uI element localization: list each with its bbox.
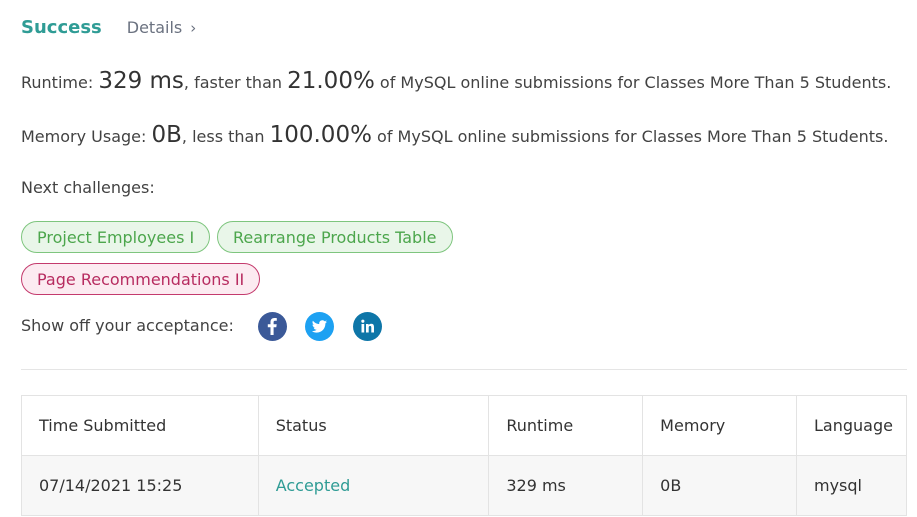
runtime-stat: Runtime: 329 ms, faster than 21.00% of M… — [21, 68, 891, 94]
challenge-rearrange-products-table[interactable]: Rearrange Products Table — [217, 221, 453, 253]
share-label: Show off your acceptance: — [21, 316, 234, 335]
result-header: Success Details › — [21, 17, 196, 38]
memory-stat: Memory Usage: 0B, less than 100.00% of M… — [21, 122, 888, 148]
runtime-value: 329 ms — [98, 68, 184, 94]
column-header-language: Language — [796, 395, 907, 456]
runtime-suffix: of MySQL online submissions for Classes … — [379, 73, 892, 92]
status-accepted-link[interactable]: Accepted — [276, 476, 351, 495]
facebook-glyph — [267, 318, 277, 335]
runtime-mid-text: , faster than — [183, 73, 283, 92]
column-header-memory: Memory — [642, 395, 797, 456]
submissions-table: Time Submitted Status Runtime Memory Lan… — [21, 395, 907, 516]
memory-label: Memory Usage: — [21, 127, 147, 146]
table-header-row: Time Submitted Status Runtime Memory Lan… — [21, 395, 907, 456]
status-title: Success — [21, 17, 102, 38]
next-challenges-label: Next challenges: — [21, 178, 155, 197]
runtime-percent: 21.00% — [287, 68, 375, 94]
twitter-glyph — [311, 320, 327, 333]
cell-time-submitted: 07/14/2021 15:25 — [21, 455, 259, 516]
column-header-runtime: Runtime — [488, 395, 644, 456]
challenge-project-employees-i[interactable]: Project Employees I — [21, 221, 211, 253]
section-divider — [21, 369, 907, 370]
column-header-time-submitted: Time Submitted — [21, 395, 259, 456]
submission-result-page: Success Details › Runtime: 329 ms, faste… — [0, 0, 917, 517]
cell-runtime: 329 ms — [488, 455, 644, 516]
facebook-icon[interactable] — [258, 312, 287, 341]
runtime-label: Runtime: — [21, 73, 94, 92]
column-header-status: Status — [257, 395, 490, 456]
cell-language: mysql — [796, 455, 907, 516]
challenge-page-recommendations-ii[interactable]: Page Recommendations II — [21, 263, 261, 295]
details-label: Details — [126, 18, 183, 37]
memory-suffix: of MySQL online submissions for Classes … — [377, 127, 889, 146]
cell-memory: 0B — [642, 455, 797, 516]
memory-percent: 100.00% — [269, 122, 372, 148]
linkedin-icon[interactable] — [353, 312, 382, 341]
twitter-icon[interactable] — [305, 312, 334, 341]
linkedin-glyph — [361, 319, 374, 333]
memory-mid-text: , less than — [181, 127, 265, 146]
memory-value: 0B — [151, 122, 182, 148]
details-link[interactable]: Details › — [127, 18, 196, 37]
chevron-right-icon: › — [190, 18, 197, 37]
cell-status: Accepted — [257, 455, 490, 516]
table-row: 07/14/2021 15:25 Accepted 329 ms 0B mysq… — [21, 455, 907, 516]
